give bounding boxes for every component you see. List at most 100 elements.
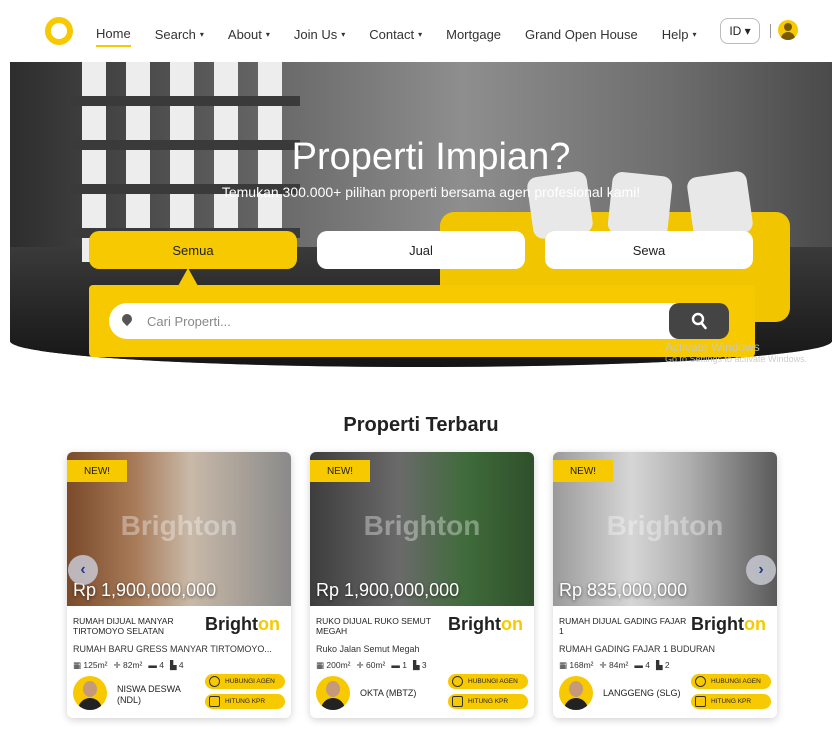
contact-agent-label: HUBUNGI AGEN — [711, 678, 761, 685]
nav-mortgage-label: Mortgage — [446, 27, 502, 42]
agent-avatar[interactable] — [73, 676, 107, 710]
nav-grand-open-house-label: Grand Open House — [525, 27, 638, 42]
hero-title: Properti Impian? — [291, 136, 571, 178]
search-button[interactable] — [669, 303, 729, 339]
contact-agent-label: HUBUNGI AGEN — [468, 678, 518, 685]
hero-cushion — [525, 170, 595, 240]
property-price: Rp 1,900,000,000 — [316, 580, 460, 600]
calculator-icon — [452, 696, 463, 707]
agent-name[interactable]: NISWA DESWA (NDL) — [117, 684, 201, 706]
brand-text-accent: on — [258, 614, 280, 634]
tab-semua[interactable]: Semua — [89, 231, 297, 269]
brand-text-accent: on — [501, 614, 523, 634]
brand-text: Bright — [448, 614, 501, 634]
search-input[interactable]: Cari Properti... — [109, 303, 709, 339]
photo-watermark: Brighton — [363, 510, 481, 541]
nav-home-label: Home — [96, 26, 131, 41]
user-icon[interactable] — [778, 20, 798, 40]
bathrooms: ▙ 2 — [655, 660, 670, 670]
brand-text: Bright — [205, 614, 258, 634]
phone-icon — [452, 676, 463, 687]
agent-name[interactable]: LANGGENG (SLG) — [603, 688, 687, 699]
property-title[interactable]: RUMAH DIJUAL MANYAR TIRTOMOYO SELATAN — [73, 616, 203, 636]
agent-avatar[interactable] — [316, 676, 350, 710]
land-area: ▦ 168m² — [559, 660, 594, 670]
building-area: ✛ 82m² — [113, 660, 143, 670]
calculator-icon — [695, 696, 706, 707]
bedrooms: ▬ 4 — [634, 660, 650, 670]
property-price: Rp 1,900,000,000 — [73, 580, 217, 600]
calculator-icon — [209, 696, 220, 707]
language-selector[interactable]: ID ▾ — [720, 18, 760, 44]
brand-text-accent: on — [744, 614, 766, 634]
property-subtitle: RUMAH GADING FAJAR 1 BUDURAN — [559, 644, 716, 654]
nav-mortgage[interactable]: Mortgage — [446, 22, 501, 47]
nav-home[interactable]: Home — [96, 26, 131, 47]
land-area: ▦ 125m² — [73, 660, 108, 670]
calculate-kpr-label: HITUNG KPR — [225, 698, 266, 705]
property-subtitle: RUMAH BARU GRESS MANYAR TIRTOMOYO... — [73, 644, 272, 654]
property-title[interactable]: RUKO DIJUAL RUKO SEMUT MEGAH — [316, 616, 446, 636]
bathrooms: ▙ 4 — [169, 660, 184, 670]
nav-about[interactable]: About ▾ — [228, 22, 270, 47]
logo-icon[interactable] — [45, 17, 73, 45]
property-specs: ▦ 200m² ✛ 60m² ▬ 1 ▙ 3 — [316, 660, 427, 671]
new-badge: NEW! — [310, 460, 370, 482]
brighton-logo: Brighton — [448, 614, 523, 635]
photo-watermark: Brighton — [120, 510, 238, 541]
search-placeholder: Cari Properti... — [147, 313, 231, 329]
carousel-next-button[interactable]: › — [746, 555, 776, 585]
nav-help[interactable]: Help ▾ — [662, 22, 697, 47]
agent-avatar[interactable] — [559, 676, 593, 710]
bedrooms: ▬ 1 — [391, 660, 407, 670]
calculate-kpr-button[interactable]: HITUNG KPR — [448, 694, 528, 709]
chevron-down-icon: ▾ — [265, 30, 270, 39]
search-icon — [691, 312, 707, 330]
phone-icon — [209, 676, 220, 687]
contact-agent-button[interactable]: HUBUNGI AGEN — [691, 674, 771, 689]
nav-search-label: Search — [154, 27, 196, 42]
photo-watermark: Brighton — [606, 510, 724, 541]
carousel-prev-button[interactable]: ‹ — [68, 555, 98, 585]
os-watermark-subtitle: Go to Settings to activate Windows. — [665, 354, 808, 364]
building-area: ✛ 60m² — [356, 660, 386, 670]
contact-agent-button[interactable]: HUBUNGI AGEN — [205, 674, 285, 689]
property-title[interactable]: RUMAH DIJUAL GADING FAJAR 1 — [559, 616, 689, 636]
search-panel: Cari Properti... — [89, 285, 755, 357]
nav-grand-open-house[interactable]: Grand Open House — [525, 22, 638, 47]
os-watermark-title: Activate Windows — [665, 340, 760, 354]
bedrooms: ▬ 4 — [148, 660, 164, 670]
hero-cushion — [606, 171, 674, 239]
agent-name[interactable]: OKTA (MBTZ) — [360, 688, 444, 699]
new-badge: NEW! — [67, 460, 127, 482]
nav-join-us-label: Join Us — [293, 27, 338, 42]
property-card[interactable]: NEW! Brighton Rp 835,000,000 RUMAH DIJUA… — [553, 452, 777, 718]
property-card[interactable]: NEW! Brighton Rp 1,900,000,000 RUKO DIJU… — [310, 452, 534, 718]
active-tab-pointer — [178, 268, 198, 286]
calculate-kpr-button[interactable]: HITUNG KPR — [691, 694, 771, 709]
hero-subtitle: Temukan 300.000+ pilihan properti bersam… — [221, 184, 641, 200]
brand-text: Bright — [691, 614, 744, 634]
nav-join-us[interactable]: Join Us ▾ — [294, 22, 345, 47]
building-area: ✛ 84m² — [599, 660, 629, 670]
property-card[interactable]: NEW! Brighton Rp 1,900,000,000 RUMAH DIJ… — [67, 452, 291, 718]
nav-divider — [770, 24, 771, 38]
nav-contact[interactable]: Contact ▾ — [369, 22, 422, 47]
hero-cushion — [685, 170, 755, 240]
brighton-logo: Brighton — [205, 614, 280, 635]
contact-agent-button[interactable]: HUBUNGI AGEN — [448, 674, 528, 689]
tab-jual[interactable]: Jual — [317, 231, 525, 269]
section-title: Properti Terbaru — [343, 414, 499, 436]
chevron-down-icon: ▾ — [692, 30, 697, 39]
contact-agent-label: HUBUNGI AGEN — [225, 678, 275, 685]
nav-search[interactable]: Search ▾ — [155, 22, 204, 47]
brighton-logo: Brighton — [691, 614, 766, 635]
location-pin-icon — [119, 311, 135, 327]
top-navbar: Home Search ▾ About ▾ Join Us ▾ Contact ▾ Mo… — [0, 0, 832, 62]
property-specs: ▦ 168m² ✛ 84m² ▬ 4 ▙ 2 — [559, 660, 670, 671]
bathrooms: ▙ 3 — [412, 660, 427, 670]
tab-sewa[interactable]: Sewa — [545, 231, 753, 269]
chevron-down-icon: ▾ — [341, 30, 346, 39]
calculate-kpr-button[interactable]: HITUNG KPR — [205, 694, 285, 709]
nav-about-label: About — [227, 27, 262, 42]
